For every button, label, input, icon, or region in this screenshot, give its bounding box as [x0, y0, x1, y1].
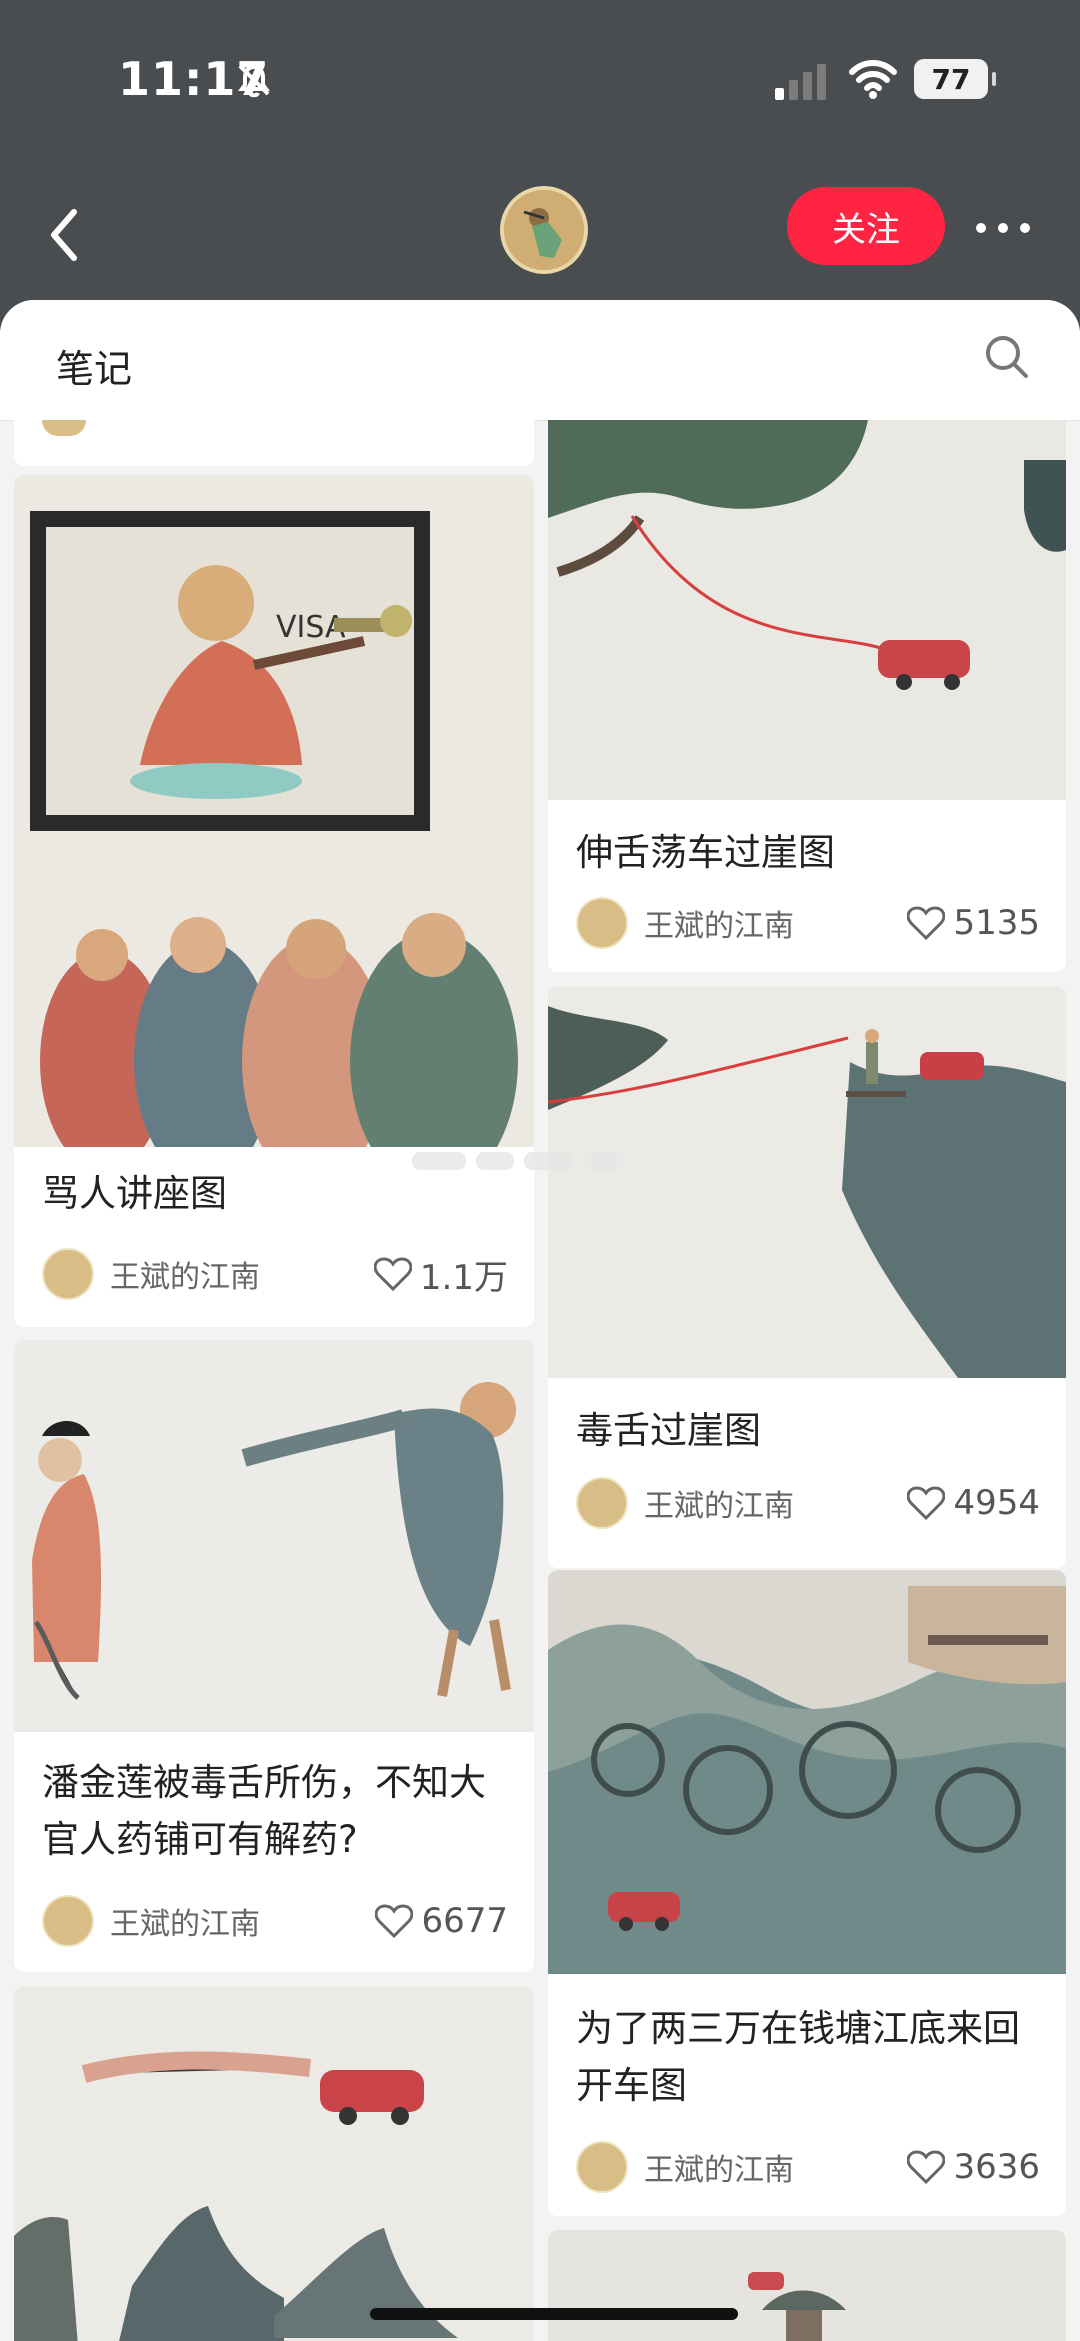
- note-card[interactable]: 潘金莲被毒舌所伤，不知大官人药铺可有解药? 王斌的江南 6677: [14, 1340, 534, 1972]
- sheet-title: 笔记: [56, 347, 133, 391]
- note-title: 伸舌荡车过崖图: [576, 831, 835, 874]
- profile-avatar[interactable]: [500, 186, 588, 274]
- note-image-lecture: VISA: [14, 475, 534, 1147]
- author-name: 王斌的江南: [110, 1907, 260, 1942]
- note-author[interactable]: 王斌的江南: [576, 897, 796, 949]
- author-avatar: [576, 1477, 628, 1529]
- note-card[interactable]: VISA 骂人讲座图 王斌的江南 1.1万: [14, 475, 534, 1327]
- cellular-signal-icon: [775, 64, 826, 100]
- wifi-icon: [849, 60, 897, 99]
- follow-button[interactable]: 关注: [787, 187, 945, 265]
- author-avatar: [42, 1895, 94, 1947]
- heart-icon: [907, 1486, 946, 1520]
- author-name: 王斌的江南: [644, 909, 794, 944]
- sheet-header: 笔记: [0, 300, 1080, 421]
- heart-icon: [373, 1257, 412, 1291]
- back-chevron-icon[interactable]: [40, 200, 90, 270]
- notes-sheet: 笔记 VISA 骂人讲座图 王斌的江南 1.1万 伸舌荡车过崖图 王斌的江南 5…: [0, 300, 1080, 2341]
- silent-bell-icon: [238, 64, 270, 98]
- like-count[interactable]: 3636: [907, 2142, 1040, 2192]
- author-avatar: [576, 2141, 628, 2193]
- hint-segment: [412, 1152, 466, 1170]
- home-indicator[interactable]: [370, 2308, 738, 2320]
- hint-segment: [524, 1152, 574, 1170]
- author-avatar: [42, 1248, 94, 1300]
- like-count[interactable]: 4954: [907, 1478, 1040, 1528]
- note-title: 为了两三万在钱塘江底来回开车图: [576, 2007, 1020, 2107]
- note-author[interactable]: 王斌的江南: [576, 1477, 796, 1529]
- like-count-value: 6677: [421, 1901, 508, 1941]
- like-count[interactable]: 5135: [907, 898, 1040, 948]
- status-bar: 11:17 77: [0, 0, 1080, 160]
- partial-author-avatar: [42, 420, 86, 436]
- note-card-partial[interactable]: [14, 1986, 534, 2341]
- note-author[interactable]: 王斌的江南: [42, 1248, 262, 1300]
- note-card[interactable]: 为了两三万在钱塘江底来回开车图 王斌的江南 3636: [548, 1570, 1066, 2216]
- heart-icon: [375, 1904, 414, 1938]
- more-options-icon[interactable]: [975, 222, 1031, 234]
- like-count-value: 1.1万: [419, 1257, 508, 1298]
- note-image-waves: [548, 1570, 1066, 1974]
- like-count-value: 4954: [953, 1483, 1040, 1523]
- avatar-figure-icon: [504, 190, 584, 270]
- like-count-value: 5135: [953, 903, 1040, 943]
- author-avatar: [576, 897, 628, 949]
- hint-segment: [476, 1152, 514, 1170]
- note-title: 毒舌过崖图: [576, 1409, 761, 1452]
- note-image-tongue-car: [548, 420, 1066, 800]
- search-icon[interactable]: [984, 334, 1030, 380]
- note-card[interactable]: 伸舌荡车过崖图 王斌的江南 5135: [548, 420, 1066, 972]
- note-image-flying-car: [14, 1986, 534, 2341]
- note-author[interactable]: 王斌的江南: [576, 2141, 796, 2193]
- heart-icon: [907, 2150, 946, 2184]
- author-name: 王斌的江南: [644, 2153, 794, 2188]
- author-name: 王斌的江南: [110, 1260, 260, 1295]
- note-image-pavilion: [548, 2230, 1066, 2341]
- like-count[interactable]: 1.1万: [373, 1249, 508, 1299]
- scroll-hint-bar: [412, 1152, 672, 1174]
- like-count[interactable]: 6677: [375, 1896, 508, 1946]
- note-title: 潘金莲被毒舌所伤，不知大官人药铺可有解药?: [42, 1761, 486, 1861]
- note-image-cliff: [548, 986, 1066, 1378]
- note-card[interactable]: 毒舌过崖图 王斌的江南 4954: [548, 986, 1066, 1568]
- like-count-value: 3636: [953, 2147, 1040, 2187]
- heart-icon: [907, 906, 946, 940]
- battery-indicator: 77: [914, 59, 996, 99]
- note-author[interactable]: 王斌的江南: [42, 1895, 262, 1947]
- partial-card-top-left: [14, 420, 534, 466]
- hint-segment: [584, 1152, 624, 1170]
- note-image-pan-jinlian: [14, 1340, 534, 1732]
- note-card-partial[interactable]: [548, 2230, 1066, 2341]
- author-name: 王斌的江南: [644, 1489, 794, 1524]
